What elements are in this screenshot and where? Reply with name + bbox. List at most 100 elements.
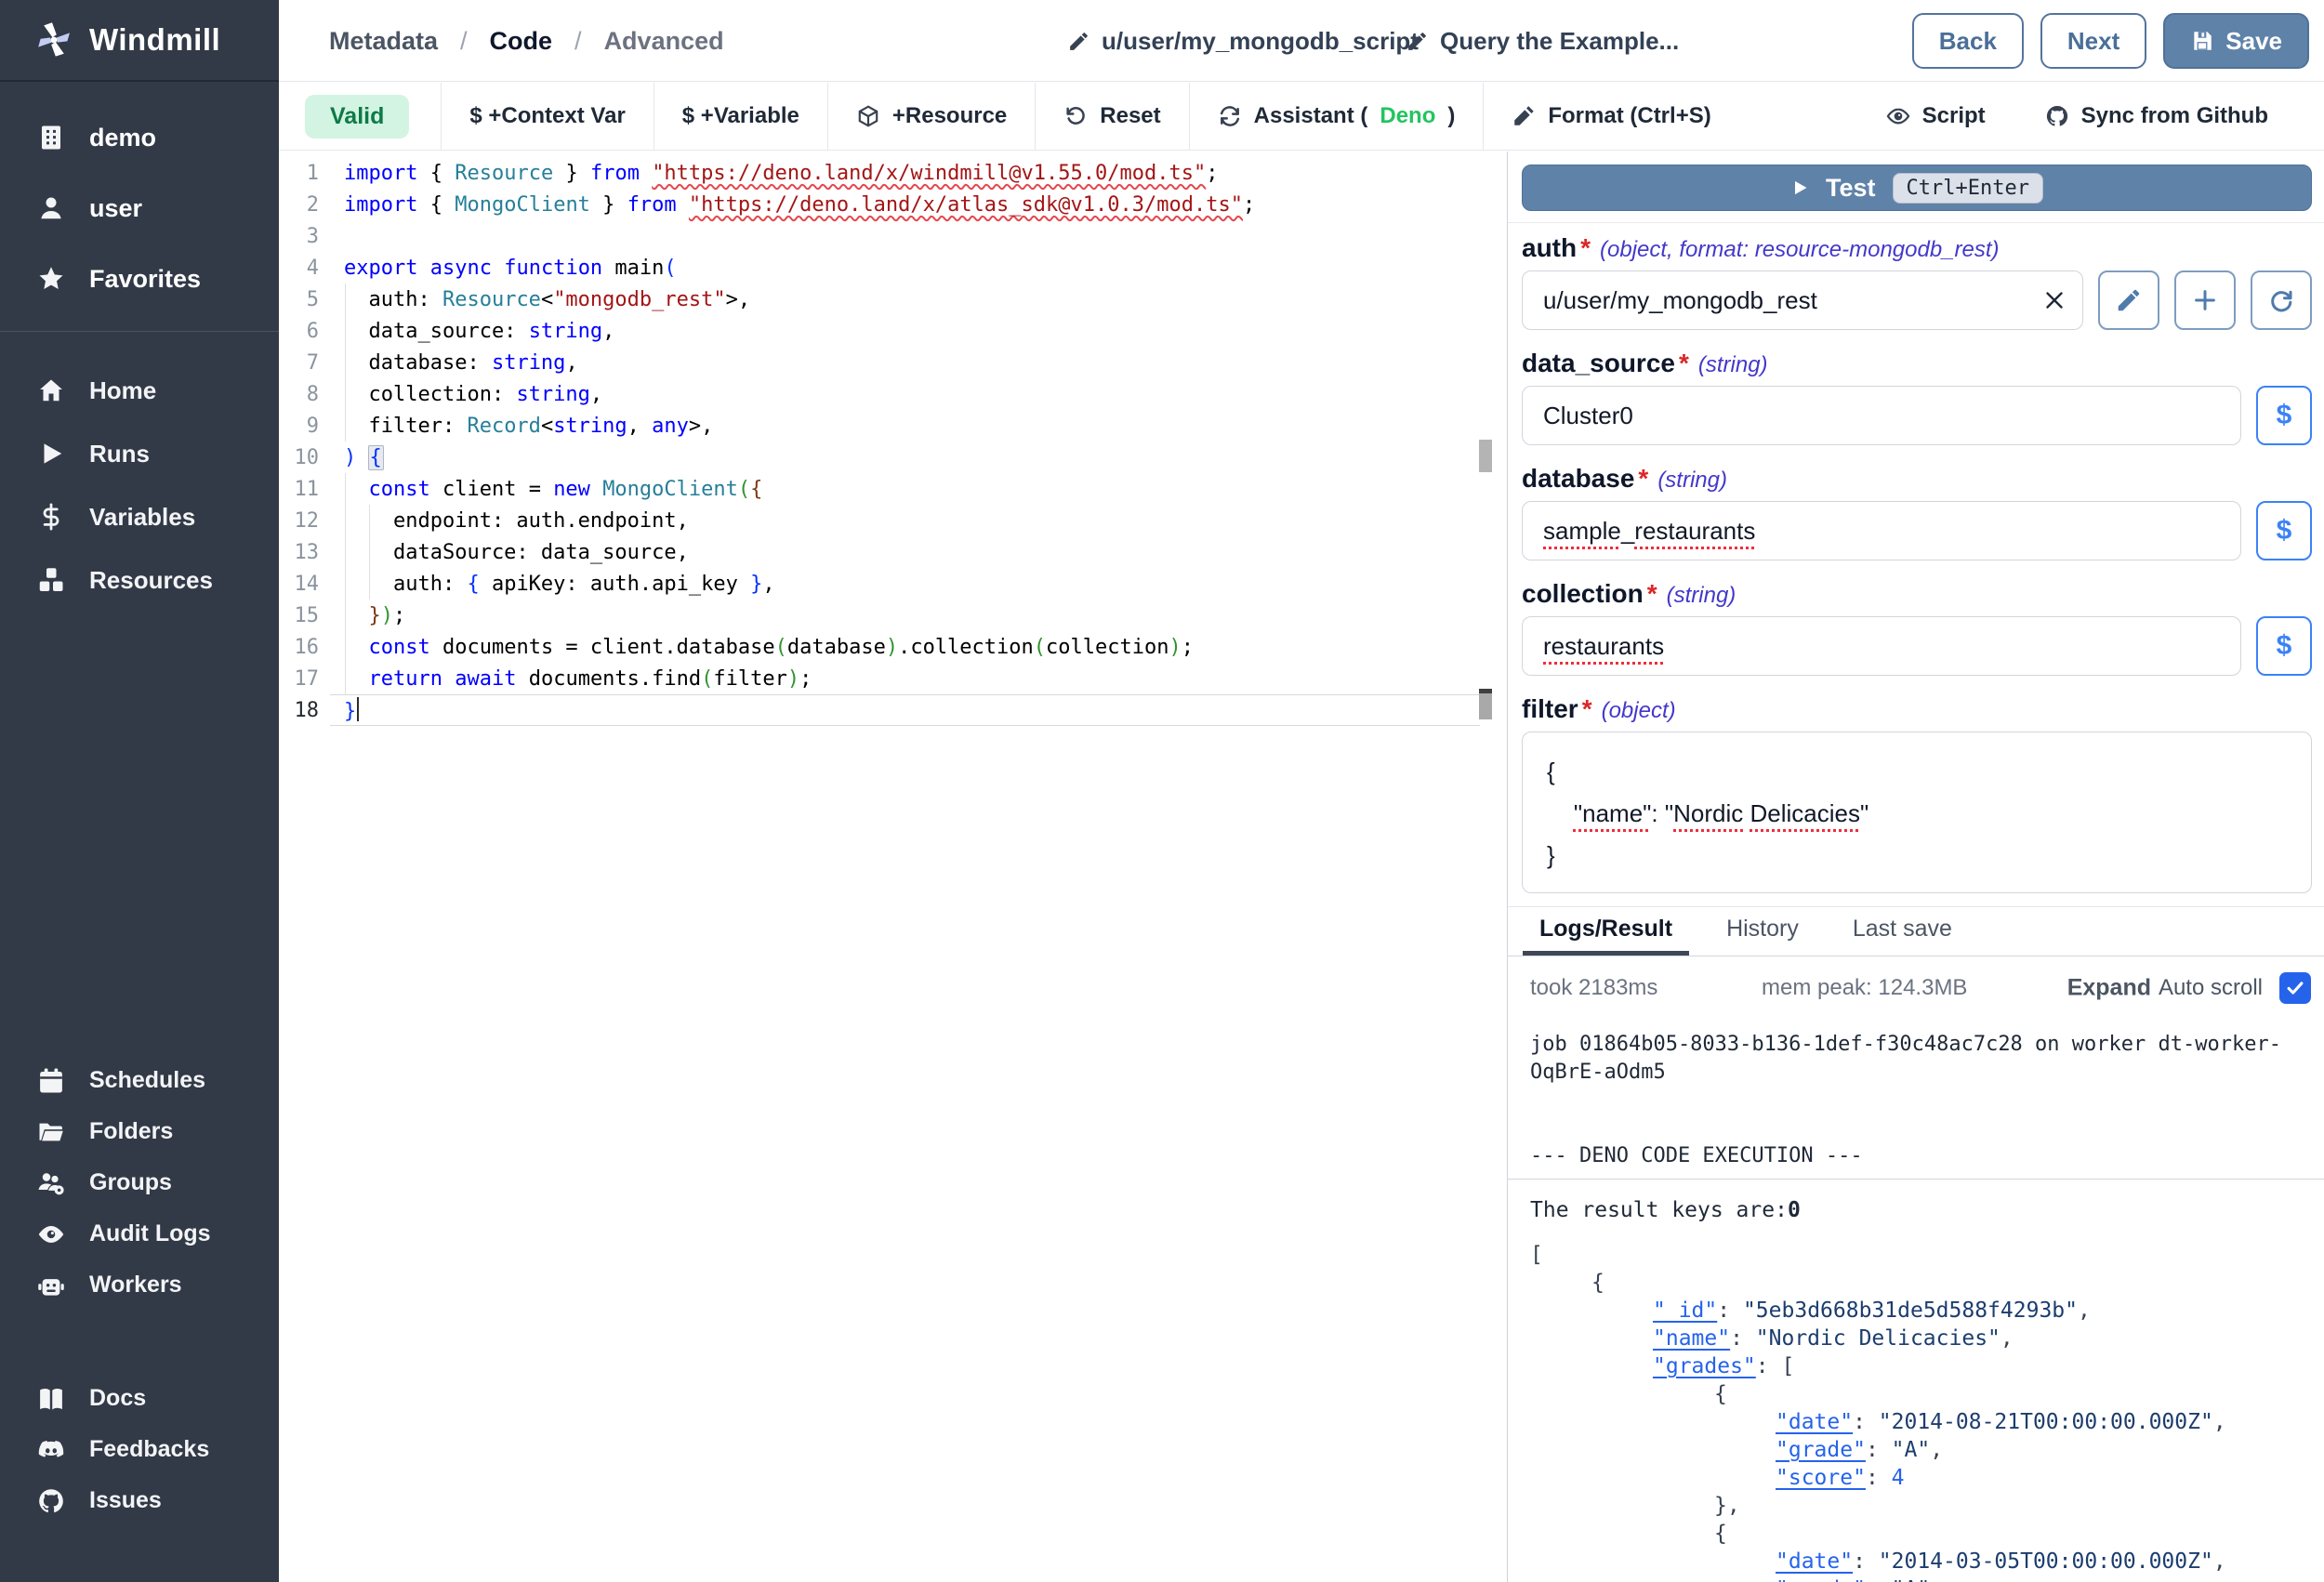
code-editor[interactable]: 1import { Resource } from "https://deno.… [280,152,1494,1582]
toolbar-button-script[interactable]: Script [1856,103,2015,129]
refresh-resource-button[interactable] [2251,270,2312,330]
tab-logs-result[interactable]: Logs/Result [1523,907,1689,956]
auto-scroll-checkbox[interactable] [2279,972,2311,1004]
eye-outline-icon [1886,104,1910,128]
test-label: Test [1826,174,1876,203]
sidebar-item-runs[interactable]: Runs [0,422,279,485]
line-number: 9 [280,415,330,438]
code-line: 1import { Resource } from "https://deno.… [280,157,1494,189]
next-button[interactable]: Next [2040,13,2146,69]
line-number: 4 [280,257,330,280]
workspace-logo-row[interactable]: Windmill [0,0,279,82]
home-icon [37,376,65,404]
log-line [1530,1086,2305,1114]
sidebar-item-user[interactable]: user [0,173,279,244]
sidebar-item-audit-logs[interactable]: Audit Logs [0,1208,279,1259]
toolbar-button-sync-from-github[interactable]: Sync from Github [2015,103,2298,129]
code-line: 13 dataSource: data_source, [280,536,1494,568]
tab-advanced[interactable]: Advanced [604,27,724,56]
result-json-line: "_id": "5eb3d668b31de5d588f4293b", [1530,1297,2315,1325]
test-button[interactable]: Test Ctrl+Enter [1522,165,2312,211]
field-label-data-source: data_source*(string) [1522,349,2312,380]
field-row-data-source: Cluster0 $ [1522,386,2312,445]
sidebar-item-folders[interactable]: Folders [0,1106,279,1157]
insert-variable-button-collection[interactable]: $ [2256,616,2312,676]
json-line: "name": "Nordic Delicacies" [1547,793,2287,835]
star-icon [37,265,65,293]
panel-divider [1508,222,2324,223]
code-line-content: const documents = client.database(databa… [330,636,1194,659]
sidebar-item-label: Folders [89,1118,173,1145]
autoscroll-label: Auto scroll [2159,975,2263,1001]
run-duration: took 2183ms [1530,975,1657,1001]
field-label-filter: filter*(object) [1522,694,2312,726]
insert-variable-button-database[interactable]: $ [2256,501,2312,560]
clear-resource-button[interactable] [2043,271,2066,329]
required-asterisk: * [1638,464,1648,494]
sidebar-item-favorites[interactable]: Favorites [0,244,279,314]
code-line: 18} [280,694,1494,726]
sidebar-item-workers[interactable]: Workers [0,1259,279,1311]
editor-scrollbar-thumb[interactable] [1479,440,1492,472]
script-path: u/user/my_mongodb_script [1102,27,1419,56]
code-line-content: return await documents.find(filter); [330,667,812,691]
save-label: Save [2225,27,2282,56]
sidebar-item-issues[interactable]: Issues [0,1475,279,1526]
sidebar-item-label: Workers [89,1272,182,1299]
line-number: 18 [280,699,330,722]
field-label-database: database*(string) [1522,464,2312,495]
expand-button[interactable]: Expand [2067,975,2151,1002]
input-database[interactable]: sample_restaurants [1522,501,2241,560]
script-summary-chip[interactable]: Query the Example... [1406,0,1679,82]
code-line: 8 collection: string, [280,378,1494,410]
code-line-content: endpoint: auth.endpoint, [330,509,689,533]
sidebar-item-demo[interactable]: demo [0,102,279,173]
sidebar-item-groups[interactable]: Groups [0,1157,279,1208]
insert-variable-button-data-source[interactable]: $ [2256,386,2312,445]
sidebar-item-resources[interactable]: Resources [0,548,279,612]
line-number: 16 [280,636,330,659]
tab-code[interactable]: Code [490,27,553,56]
tab-history[interactable]: History [1710,907,1816,956]
result-json-line: }, [1530,1492,2315,1520]
book-icon [37,1385,65,1413]
sidebar-item-home[interactable]: Home [0,359,279,422]
tab-metadata[interactable]: Metadata [329,27,438,56]
code-line: 6 data_source: string, [280,315,1494,347]
line-number: 5 [280,288,330,311]
discord-icon [37,1436,65,1464]
script-path-chip[interactable]: u/user/my_mongodb_script [1067,0,1419,82]
input-collection[interactable]: restaurants [1522,616,2241,676]
save-button[interactable]: Save [2163,13,2309,69]
toolbar-button-assistant-deno[interactable]: Assistant (Deno) [1190,103,1484,129]
result-json-line: "grades": [ [1530,1352,2315,1380]
input-auth[interactable]: u/user/my_mongodb_rest [1522,270,2083,330]
back-button[interactable]: Back [1912,13,2024,69]
toolbar-button-resource[interactable]: +Resource [828,103,1035,129]
toolbar-button-reset[interactable]: Reset [1036,103,1188,129]
input-data-source[interactable]: Cluster0 [1522,386,2241,445]
toolbar-button-format-ctrl-s[interactable]: Format (Ctrl+S) [1484,103,1738,129]
sidebar-item-label: Groups [89,1169,172,1196]
github-icon [2045,104,2069,128]
toolbar-button-context-var[interactable]: $ +Context Var [442,103,653,129]
add-resource-button[interactable] [2174,270,2236,330]
required-asterisk: * [1679,349,1689,378]
windmill-script-editor: Windmill demo user Favorites HomeRunsVaria… [0,0,2324,1582]
sidebar-item-docs[interactable]: Docs [0,1373,279,1424]
toolbar-button-label: Format (Ctrl+S) [1548,103,1710,129]
pencil-icon [1406,30,1429,53]
json-input-filter[interactable]: { "name": "Nordic Delicacies"} [1522,732,2312,893]
log-line: OqBrE-aOdm5 [1530,1058,2305,1086]
code-line: 11 const client = new MongoClient({ [280,473,1494,505]
sidebar-item-schedules[interactable]: Schedules [0,1055,279,1106]
save-icon [2190,29,2214,53]
toolbar-button-variable[interactable]: $ +Variable [654,103,827,129]
sidebar-item-label: user [89,194,142,223]
tab-last-save[interactable]: Last save [1836,907,1969,956]
sidebar-item-feedbacks[interactable]: Feedbacks [0,1424,279,1475]
sidebar-item-variables[interactable]: Variables [0,485,279,548]
edit-resource-button[interactable] [2098,270,2159,330]
field-name: collection [1522,579,1644,609]
editor-scrollbar-decoration [1479,693,1492,719]
